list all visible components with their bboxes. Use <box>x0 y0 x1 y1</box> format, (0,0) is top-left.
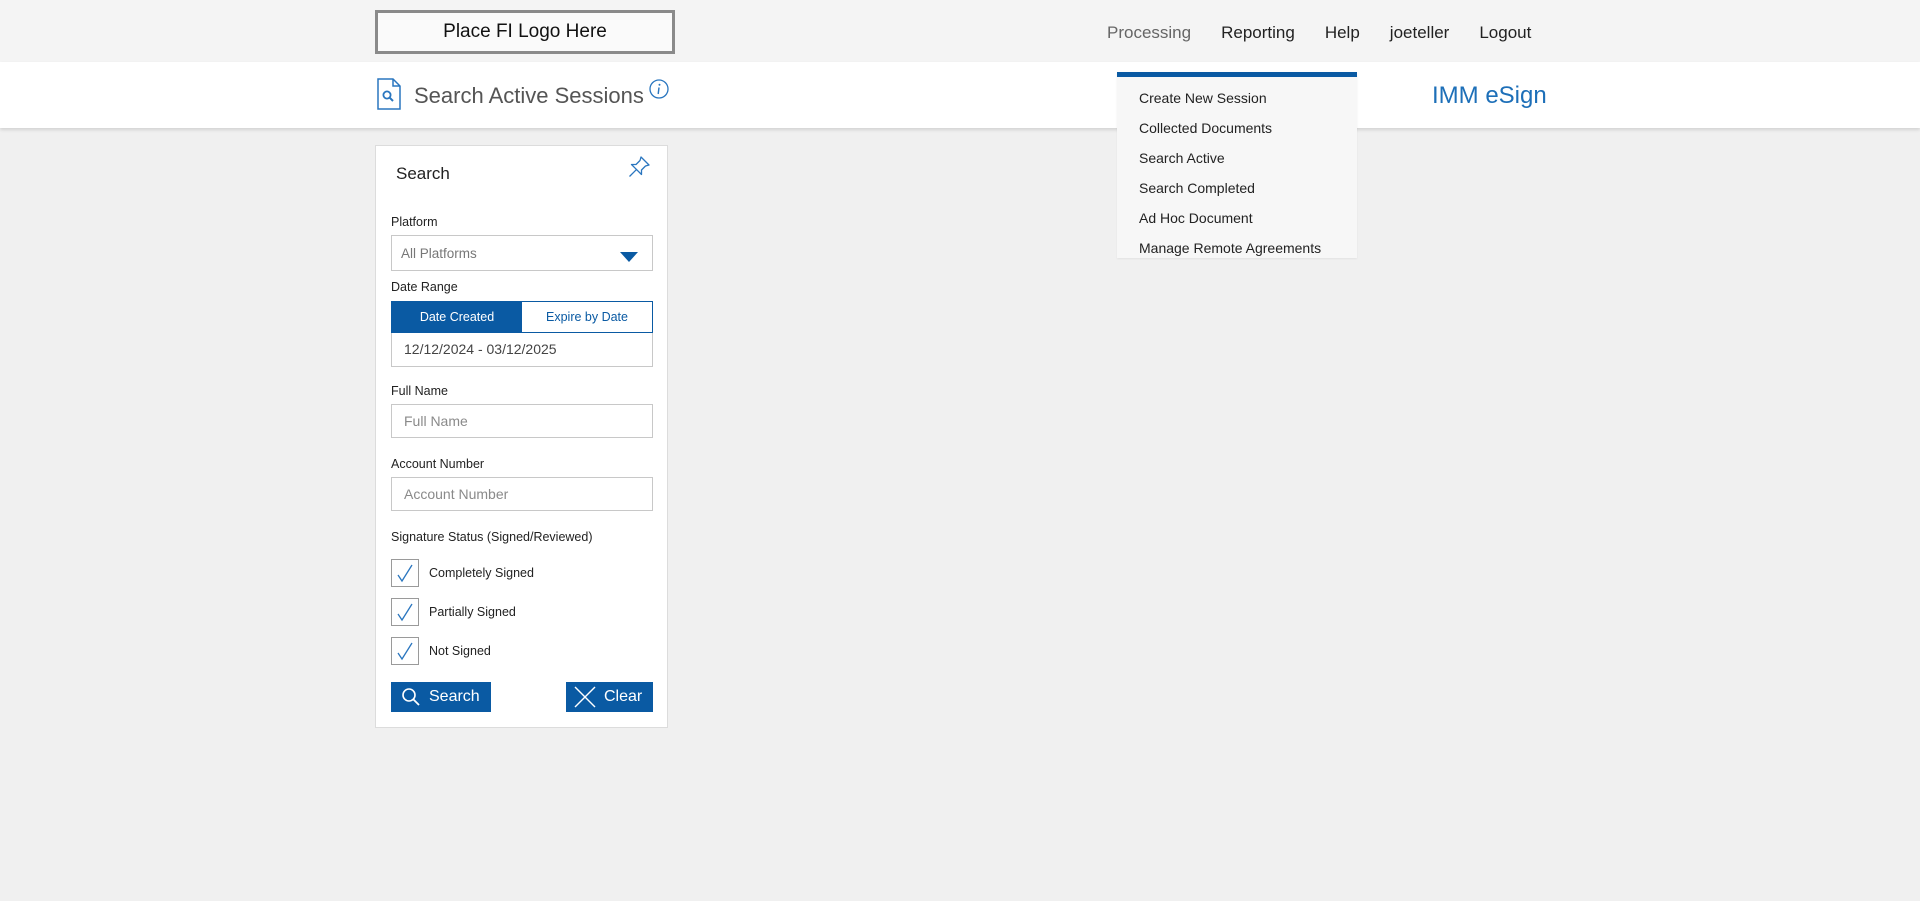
nav-help[interactable]: Help <box>1325 23 1360 43</box>
caret-down-icon <box>620 249 638 267</box>
signature-status-label: Signature Status (Signed/Reviewed) <box>391 530 593 544</box>
close-x-icon <box>574 686 596 708</box>
partially-signed-checkbox[interactable] <box>391 598 419 626</box>
menu-item-collected-documents[interactable]: Collected Documents <box>1117 113 1357 143</box>
top-bar: Place FI Logo Here Processing Reporting … <box>0 0 1920 62</box>
account-number-input[interactable] <box>391 477 653 511</box>
menu-item-search-active[interactable]: Search Active <box>1117 143 1357 173</box>
app-brand: IMM eSign <box>1432 82 1547 109</box>
checkmark-icon <box>397 603 413 622</box>
full-name-input[interactable] <box>391 404 653 438</box>
nav-user[interactable]: joeteller <box>1390 23 1450 43</box>
search-document-icon <box>376 78 402 115</box>
search-panel: Search Platform All Platforms Date Range… <box>375 145 668 728</box>
main-nav: Processing Reporting Help joeteller Logo… <box>1107 22 1561 44</box>
menu-item-create-new-session[interactable]: Create New Session <box>1117 83 1357 113</box>
checkmark-icon <box>397 642 413 661</box>
full-name-label: Full Name <box>391 384 448 398</box>
processing-dropdown-menu: Create New Session Collected Documents S… <box>1117 72 1357 258</box>
not-signed-checkbox[interactable] <box>391 637 419 665</box>
platform-select-value: All Platforms <box>401 246 477 261</box>
nav-reporting[interactable]: Reporting <box>1221 23 1295 43</box>
clear-button-label: Clear <box>604 688 643 705</box>
nav-logout[interactable]: Logout <box>1479 23 1531 43</box>
page-title: Search Active Sessions <box>414 83 644 108</box>
account-number-label: Account Number <box>391 457 485 471</box>
search-button-label: Search <box>429 688 480 705</box>
date-range-toggle: Date Created Expire by Date <box>391 301 653 333</box>
completely-signed-label: Completely Signed <box>429 566 534 580</box>
menu-item-ad-hoc-document[interactable]: Ad Hoc Document <box>1117 203 1357 233</box>
checkbox-row-partially-signed[interactable]: Partially Signed <box>391 598 516 626</box>
checkbox-row-not-signed[interactable]: Not Signed <box>391 637 491 665</box>
fi-logo-placeholder: Place FI Logo Here <box>375 10 675 54</box>
pin-icon[interactable] <box>625 153 653 186</box>
menu-item-search-completed[interactable]: Search Completed <box>1117 173 1357 203</box>
page-header: Search Active Sessions IMM eSign <box>0 62 1920 128</box>
menu-item-manage-remote-agreements[interactable]: Manage Remote Agreements <box>1117 233 1357 263</box>
checkmark-icon <box>397 564 413 583</box>
clear-button[interactable]: Clear <box>566 682 653 712</box>
panel-title: Search <box>396 164 450 183</box>
date-range-label: Date Range <box>391 280 458 294</box>
info-icon[interactable] <box>648 78 670 105</box>
toggle-expire-by-date[interactable]: Expire by Date <box>522 302 652 332</box>
toggle-date-created[interactable]: Date Created <box>392 302 522 332</box>
date-range-field[interactable]: 12/12/2024 - 03/12/2025 <box>391 333 653 367</box>
nav-processing[interactable]: Processing <box>1107 23 1191 43</box>
platform-select[interactable]: All Platforms <box>391 235 653 271</box>
platform-label: Platform <box>391 215 438 229</box>
partially-signed-label: Partially Signed <box>429 605 516 619</box>
magnifier-icon <box>402 688 420 706</box>
search-button[interactable]: Search <box>391 682 491 712</box>
checkbox-row-completely-signed[interactable]: Completely Signed <box>391 559 534 587</box>
not-signed-label: Not Signed <box>429 644 491 658</box>
completely-signed-checkbox[interactable] <box>391 559 419 587</box>
